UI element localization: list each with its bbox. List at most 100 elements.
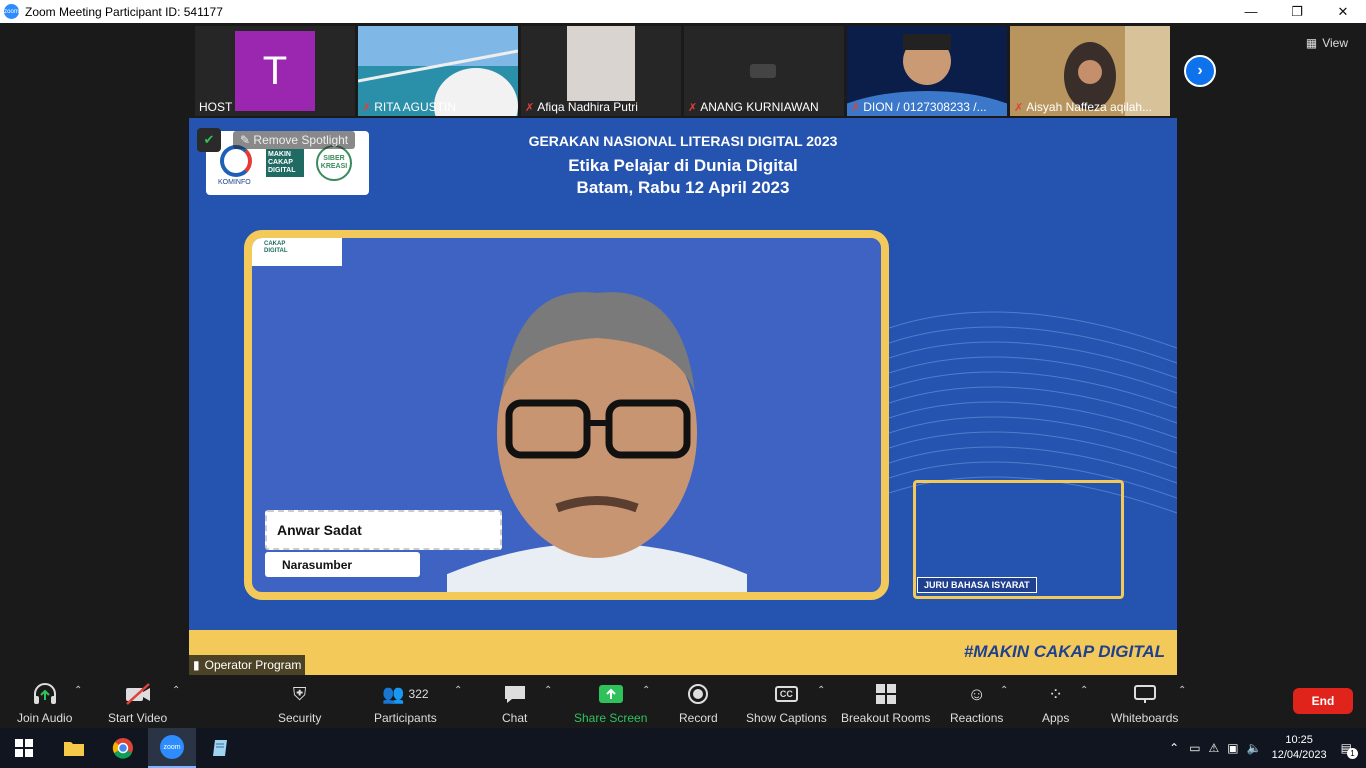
- end-meeting-button[interactable]: End: [1293, 688, 1353, 714]
- notepad-icon: [213, 740, 227, 756]
- people-icon: 👥: [382, 683, 405, 704]
- notification-count: 1: [1347, 748, 1358, 759]
- time-label: 10:25: [1285, 734, 1313, 746]
- chat-options-caret[interactable]: ⌃: [544, 685, 552, 696]
- window-titlebar: zoom Zoom Meeting Participant ID: 541177…: [0, 0, 1366, 23]
- share-screen-icon: [598, 681, 624, 707]
- date-label: 12/04/2023: [1271, 749, 1327, 761]
- minimize-button[interactable]: —: [1228, 0, 1274, 23]
- reactions-options-caret[interactable]: ⌃: [1000, 685, 1008, 696]
- apps-button[interactable]: ⁘ Apps: [1042, 681, 1069, 726]
- video-off-icon: [750, 64, 776, 78]
- chrome-icon: [112, 738, 133, 759]
- speaker-name-label: Anwar Sadat: [265, 510, 502, 550]
- participant-tile-aisyah[interactable]: ✗ Aisyah Naffeza aqilah...: [1010, 26, 1170, 116]
- start-button[interactable]: [0, 728, 48, 768]
- folder-icon: [64, 742, 84, 756]
- mic-muted-icon: ✗: [525, 101, 535, 114]
- clock[interactable]: 10:25 12/04/2023: [1272, 733, 1327, 763]
- zoom-logo-icon: zoom: [4, 4, 19, 19]
- breakout-rooms-button[interactable]: Breakout Rooms: [841, 681, 930, 725]
- smiley-icon: ☺: [967, 683, 986, 704]
- video-off-icon: [124, 681, 152, 707]
- slide-title: Etika Pelajar di Dunia Digital: [568, 156, 798, 175]
- meeting-toolbar: Join Audio ⌃ Start Video ⌃ ⛨ Security 👥 3…: [0, 675, 1366, 728]
- participant-name: ANANG KURNIAWAN: [700, 100, 819, 114]
- frame-logo: CAKAP DIGITAL: [252, 238, 342, 266]
- whiteboards-options-caret[interactable]: ⌃: [1178, 685, 1186, 696]
- battery-icon[interactable]: ▭: [1189, 741, 1200, 755]
- zoom-taskbar-button[interactable]: zoom: [148, 728, 196, 768]
- shield-icon: ⛨: [292, 683, 307, 704]
- audio-options-caret[interactable]: ⌃: [74, 685, 82, 696]
- slide-subtitle: Batam, Rabu 12 April 2023: [576, 178, 790, 197]
- close-button[interactable]: ✕: [1320, 0, 1366, 23]
- participant-gallery: T HOST ✗ RITA AGUSTIN ✗ Afiqa Nadhira Putr…: [0, 23, 1366, 118]
- participant-tile-afiqa[interactable]: ✗ Afiqa Nadhira Putri: [521, 26, 681, 116]
- network-icon[interactable]: ▣: [1227, 741, 1238, 755]
- chat-button[interactable]: Chat: [502, 681, 527, 725]
- slide-header: GERAKAN NASIONAL LITERASI DIGITAL 2023: [528, 133, 838, 149]
- apps-options-caret[interactable]: ⌃: [1080, 685, 1088, 696]
- whiteboards-button[interactable]: Whiteboards: [1111, 681, 1178, 725]
- share-screen-button[interactable]: Share Screen: [574, 681, 647, 725]
- mic-muted-icon: ✗: [1014, 101, 1024, 114]
- join-audio-button[interactable]: Join Audio: [17, 681, 72, 725]
- windows-taskbar: zoom ⌃ ▭ ⚠ ▣ 🔈 10:25 12/04/2023 ▤ 1: [0, 728, 1366, 768]
- participants-options-caret[interactable]: ⌃: [454, 685, 462, 696]
- captions-icon: CC: [774, 681, 798, 707]
- participant-name: RITA AGUSTIN: [374, 100, 457, 114]
- participant-count: 322: [408, 687, 429, 701]
- chat-bubble-icon: [503, 681, 527, 707]
- headphones-icon: [32, 681, 58, 707]
- speaker-role-label: Narasumber: [265, 552, 420, 577]
- record-button[interactable]: Record: [679, 681, 718, 725]
- view-button[interactable]: ▦ View: [1306, 36, 1348, 50]
- mic-muted-icon: ✗: [688, 101, 698, 114]
- volume-icon[interactable]: 🔈: [1247, 741, 1262, 755]
- start-video-button[interactable]: Start Video: [108, 681, 167, 725]
- reactions-button[interactable]: ☺ Reactions: [950, 681, 1003, 726]
- participant-tile-host[interactable]: T HOST: [195, 26, 355, 116]
- notifications-icon[interactable]: ▤ 1: [1341, 741, 1358, 759]
- participant-video: [567, 26, 635, 101]
- participant-name: HOST: [199, 100, 233, 114]
- mic-muted-icon: ✗: [362, 101, 372, 114]
- show-captions-button[interactable]: CC Show Captions: [746, 681, 827, 725]
- avatar: T: [235, 31, 315, 111]
- participant-tile-rita[interactable]: ✗ RITA AGUSTIN: [358, 26, 518, 116]
- notepad-taskbar-button[interactable]: [197, 728, 245, 768]
- apps-icon: ⁘: [1048, 683, 1064, 704]
- windows-logo-icon: [15, 739, 33, 757]
- zoom-icon: zoom: [160, 735, 184, 759]
- participant-name: Afiqa Nadhira Putri: [537, 100, 638, 114]
- chrome-taskbar-button[interactable]: [99, 728, 147, 768]
- participant-tile-dion[interactable]: ✗ DION / 0127308233 /...: [847, 26, 1007, 116]
- restore-button[interactable]: ❐: [1274, 0, 1320, 23]
- mic-muted-icon: ✗: [851, 101, 861, 114]
- participant-tile-anang[interactable]: ✗ ANANG KURNIAWAN: [684, 26, 844, 116]
- file-explorer-taskbar-button[interactable]: [50, 728, 98, 768]
- system-tray: ⌃ ▭ ⚠ ▣ 🔈 10:25 12/04/2023 ▤ 1: [1169, 728, 1366, 768]
- window-title: Zoom Meeting Participant ID: 541177: [25, 4, 223, 19]
- share-options-caret[interactable]: ⌃: [642, 685, 650, 696]
- video-options-caret[interactable]: ⌃: [172, 685, 180, 696]
- next-page-button[interactable]: ›: [1184, 55, 1216, 87]
- participant-name: Aisyah Naffeza aqilah...: [1026, 100, 1153, 114]
- grid-icon: [875, 681, 897, 707]
- show-hidden-icons-chevron-icon[interactable]: ⌃: [1169, 741, 1179, 755]
- hashtag-label: #MAKIN CAKAP DIGITAL: [963, 642, 1165, 661]
- captions-options-caret[interactable]: ⌃: [817, 685, 825, 696]
- record-icon: [687, 681, 709, 707]
- operator-label: ▮ Operator Program: [189, 655, 306, 675]
- security-alert-icon[interactable]: ⚠: [1209, 741, 1220, 755]
- signal-strength-icon: ▮: [193, 658, 200, 672]
- whiteboard-icon: [1133, 681, 1157, 707]
- interpreter-label: JURU BAHASA ISYARAT: [917, 577, 1037, 593]
- security-button[interactable]: ⛨ Security: [278, 681, 321, 726]
- spotlight-video: KOMINFO MAKIN CAKAP DIGITAL SIBER KREASI…: [189, 118, 1177, 675]
- grid-view-icon: ▦: [1305, 36, 1318, 50]
- chevron-right-icon: ›: [1197, 62, 1203, 79]
- participant-name: DION / 0127308233 /...: [863, 100, 987, 114]
- participants-button[interactable]: 👥 322 Participants: [374, 681, 437, 726]
